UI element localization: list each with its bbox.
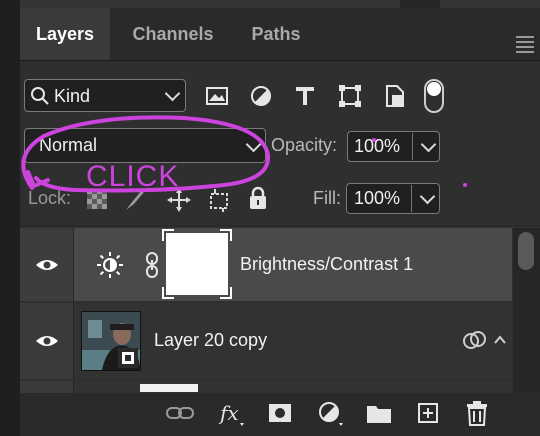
link-layers-icon[interactable] (166, 405, 194, 421)
fill-divider (411, 185, 412, 212)
panel-menu-icon[interactable] (516, 36, 534, 56)
layers-list-divider (20, 225, 540, 226)
opacity-value: 100% (354, 136, 401, 156)
layer-row-partial[interactable] (20, 381, 512, 393)
mask-selection-frame (162, 229, 232, 299)
tab-divider (20, 60, 540, 61)
tab-layers[interactable]: Layers (20, 8, 110, 60)
layer-name[interactable]: Layer 20 copy (154, 330, 267, 351)
adjustment-layer-icon[interactable] (317, 400, 345, 428)
annotation-dot (463, 183, 467, 187)
filter-kind-label: Kind (54, 86, 91, 106)
image-filter-icon[interactable] (205, 85, 229, 107)
fx-icon[interactable]: fx (218, 400, 246, 428)
filter-toggle[interactable] (424, 79, 444, 113)
search-icon (31, 87, 49, 105)
svg-text:fx: fx (218, 401, 239, 425)
panel-top-strip (20, 0, 540, 8)
panel-tab-bar: Layers Channels Paths (20, 8, 540, 60)
click-annotation-label: CLICK (86, 160, 180, 193)
adjustment-filter-icon[interactable] (250, 85, 272, 107)
chevron-up-icon[interactable] (493, 333, 507, 345)
opacity-divider (412, 133, 413, 160)
new-layer-icon[interactable] (417, 402, 439, 424)
brightness-contrast-icon (97, 252, 123, 278)
tab-paths[interactable]: Paths (236, 8, 316, 60)
link-icon[interactable] (144, 251, 160, 279)
chevron-down-icon (419, 188, 436, 205)
layer-thumbnail[interactable] (140, 384, 198, 392)
fill-value: 100% (354, 188, 401, 208)
chevron-down-icon (164, 85, 181, 102)
fill-label: Fill: (313, 188, 341, 208)
eye-icon[interactable] (35, 257, 59, 273)
annotation-dot (372, 138, 376, 142)
tab-channels[interactable]: Channels (112, 8, 234, 60)
layer-thumbnail[interactable] (81, 311, 141, 371)
visibility-column (20, 381, 74, 393)
scrollbar-thumb[interactable] (518, 232, 534, 270)
mask-icon[interactable] (268, 402, 292, 424)
layer-effects-overlap-icon[interactable] (462, 330, 488, 350)
shape-filter-icon[interactable] (338, 84, 362, 108)
new-group-icon[interactable] (366, 402, 392, 424)
type-filter-icon[interactable] (294, 85, 316, 107)
layer-name[interactable]: Brightness/Contrast 1 (240, 254, 413, 275)
smart-object-filter-icon[interactable] (383, 84, 407, 108)
chevron-down-icon (420, 136, 437, 153)
photo-thumbnail-image (82, 312, 140, 370)
eye-icon[interactable] (35, 333, 59, 349)
trash-icon[interactable] (466, 400, 488, 426)
